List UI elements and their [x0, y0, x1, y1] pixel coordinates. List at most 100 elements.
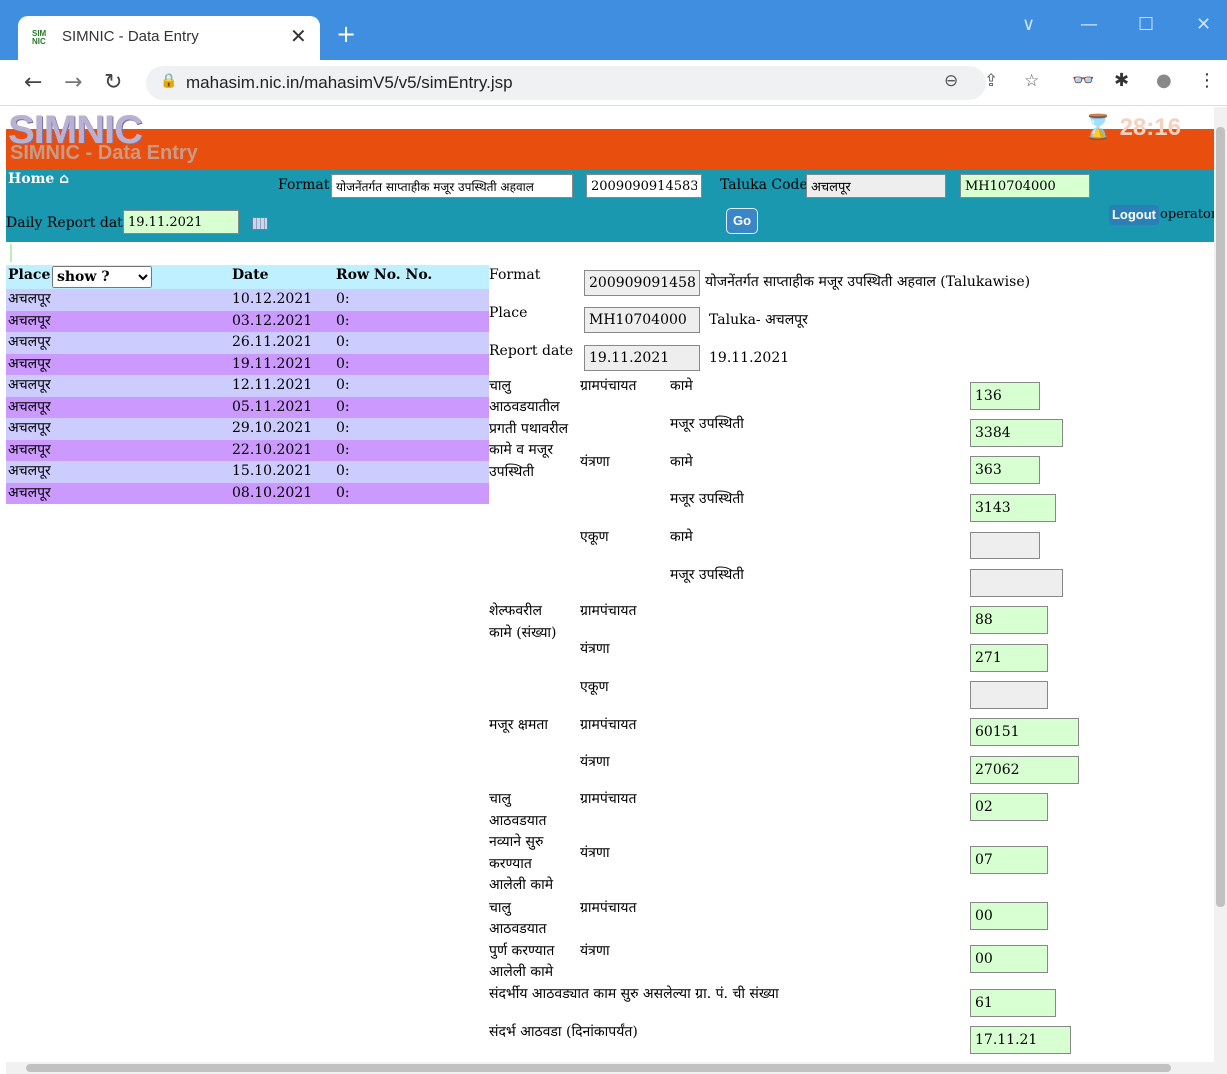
url-text[interactable]: mahasim.nic.in/mahasimV5/v5/simEntry.jsp — [186, 73, 513, 93]
table-row[interactable]: अचलपूर 26.11.2021 0: — [6, 332, 489, 354]
form-format-desc: योजनेंतर्गत साप्ताहीक मजूर उपस्थिती अहवा… — [705, 274, 1031, 290]
tab-search-icon[interactable]: ∨ — [1022, 14, 1035, 35]
form-place-code-field[interactable] — [584, 307, 700, 333]
row-place: अचलपूर — [8, 484, 51, 501]
form-report-date-text: 19.11.2021 — [709, 350, 790, 366]
table-row[interactable]: अचलपूर 19.11.2021 0: — [6, 353, 489, 375]
ekun-kame-input[interactable] — [970, 532, 1040, 559]
ekun-majur-input[interactable] — [970, 569, 1063, 597]
horizontal-scroll-thumb[interactable] — [26, 1064, 1171, 1072]
shelf-yantrana-input[interactable] — [970, 644, 1048, 672]
gp-majur-input[interactable] — [970, 419, 1063, 447]
bookmark-star-icon[interactable]: ☆ — [1024, 71, 1039, 91]
row-date: 26.11.2021 — [232, 334, 313, 350]
incognito-icon[interactable]: 👓 — [1072, 70, 1094, 91]
sec4-label-3: नव्याने सुरु — [489, 834, 544, 850]
reference-date-input[interactable] — [970, 1026, 1071, 1054]
sec1-ekun-label: एकूण — [580, 529, 609, 545]
row-number: 0: — [336, 463, 350, 479]
shelf-ekun-input[interactable] — [970, 681, 1048, 709]
row-date: 05.11.2021 — [232, 398, 313, 415]
table-row[interactable]: अचलपूर 10.12.2021 0: — [6, 289, 489, 311]
gp-kame-input[interactable] — [970, 382, 1040, 410]
profile-icon[interactable]: ● — [1156, 70, 1172, 91]
format-code-field[interactable] — [586, 174, 702, 198]
sec5-label-4: आलेली कामे — [489, 964, 554, 980]
sec2-ekun-label: एकूण — [580, 679, 609, 695]
row-number: 0: — [336, 291, 350, 307]
simnic-favicon-icon: SIM NIC — [32, 29, 47, 46]
back-icon[interactable]: ← — [24, 70, 42, 95]
row-place: अचलपूर — [8, 398, 51, 415]
tab-close-icon[interactable]: ✕ — [290, 24, 307, 48]
kshamata-yantrana-input[interactable] — [970, 756, 1079, 784]
window-close-icon[interactable]: ✕ — [1196, 14, 1211, 35]
browser-menu-icon[interactable]: ⋮ — [1198, 70, 1216, 91]
sec1-label-1: चालु — [489, 378, 512, 394]
sec1-gp-label: ग्रामपंचायत — [580, 378, 637, 394]
lock-icon[interactable]: 🔒 — [160, 73, 177, 89]
row-place: अचलपूर — [8, 420, 51, 436]
format-name-field[interactable] — [331, 174, 573, 198]
col-place: Place — [8, 267, 51, 283]
browser-tab[interactable]: SIM NIC SIMNIC - Data Entry ✕ — [18, 16, 320, 60]
form-format-code-field[interactable] — [584, 270, 700, 296]
go-button[interactable]: Go — [726, 208, 758, 234]
new-works-yantrana-input[interactable] — [970, 846, 1048, 874]
table-row[interactable]: अचलपूर 29.10.2021 0: — [6, 418, 489, 440]
extensions-icon[interactable]: ✱ — [1114, 70, 1129, 91]
share-icon[interactable]: ⇪ — [984, 71, 998, 91]
calendar-icon[interactable] — [252, 217, 268, 230]
vertical-scrollbar[interactable] — [1214, 107, 1227, 1074]
maximize-icon[interactable]: ☐ — [1138, 14, 1154, 35]
table-row[interactable]: अचलपूर 03.12.2021 0: — [6, 310, 489, 332]
gp-count-input[interactable] — [970, 989, 1056, 1017]
table-row[interactable]: अचलपूर 15.10.2021 0: — [6, 461, 489, 483]
new-tab-icon[interactable]: + — [336, 22, 356, 46]
format-label: Format — [278, 177, 330, 193]
table-row[interactable]: अचलपूर 22.10.2021 0: — [6, 439, 489, 461]
new-works-gp-input[interactable] — [970, 793, 1048, 821]
row-number: 0: — [336, 334, 350, 350]
form-place-label: Place — [489, 305, 528, 321]
browser-titlebar: SIM NIC SIMNIC - Data Entry ✕ + ∨ — ☐ ✕ — [0, 0, 1227, 60]
sec6-label: संदर्भीय आठवड्यात काम सुरु असलेल्या ग्रा… — [489, 986, 779, 1002]
sec2-label-2: कामे (संख्या) — [489, 625, 557, 641]
minimize-icon[interactable]: — — [1080, 14, 1098, 35]
kshamata-gp-input[interactable] — [970, 718, 1079, 746]
sec4-label-1: चालु — [489, 791, 512, 807]
session-timer: ⌛ 28:16 — [1083, 113, 1181, 142]
table-row[interactable]: अचलपूर 08.10.2021 0: — [6, 482, 489, 504]
logout-button[interactable]: Logout — [1109, 205, 1159, 225]
vertical-scroll-thumb[interactable] — [1216, 127, 1225, 907]
history-table: Place show ? Date Row No. No. अचलपूर 10.1… — [6, 265, 489, 504]
table-row[interactable]: अचलपूर 12.11.2021 0: — [6, 375, 489, 397]
address-bar[interactable]: 🔒 mahasim.nic.in/mahasimV5/v5/simEntry.j… — [146, 66, 1039, 100]
row-place: अचलपूर — [8, 463, 51, 479]
row-place: अचलपूर — [8, 334, 51, 350]
yantrana-majur-input[interactable] — [970, 494, 1056, 522]
col-row-no: Row No. No. — [336, 267, 433, 283]
sec2-yantrana-label: यंत्रणा — [580, 641, 610, 657]
taluka-code-field[interactable] — [960, 174, 1090, 198]
home-link[interactable]: Home ⌂ — [8, 171, 69, 187]
row-date: 19.11.2021 — [232, 355, 313, 372]
row-place: अचलपूर — [8, 441, 51, 458]
table-row[interactable]: अचलपूर 05.11.2021 0: — [6, 396, 489, 418]
zoom-icon[interactable]: ⊖ — [944, 71, 958, 91]
col-date: Date — [232, 267, 269, 283]
reload-icon[interactable]: ↻ — [104, 70, 122, 95]
completed-works-yantrana-input[interactable] — [970, 945, 1048, 973]
yantrana-kame-input[interactable] — [970, 456, 1040, 484]
daily-report-date-field[interactable] — [123, 210, 239, 234]
timer-value: 28:16 — [1119, 114, 1181, 141]
sec1-label-4: कामे व मजूर — [489, 442, 553, 458]
horizontal-scrollbar[interactable] — [6, 1062, 1214, 1074]
completed-works-gp-input[interactable] — [970, 902, 1048, 930]
form-report-date-field[interactable] — [584, 345, 700, 371]
taluka-name-field[interactable] — [806, 174, 946, 198]
place-filter-select[interactable]: show ? — [52, 266, 152, 288]
forward-icon[interactable]: → — [64, 70, 82, 95]
shelf-gp-input[interactable] — [970, 606, 1048, 634]
sec4-label-4: करण्यात — [489, 856, 532, 872]
